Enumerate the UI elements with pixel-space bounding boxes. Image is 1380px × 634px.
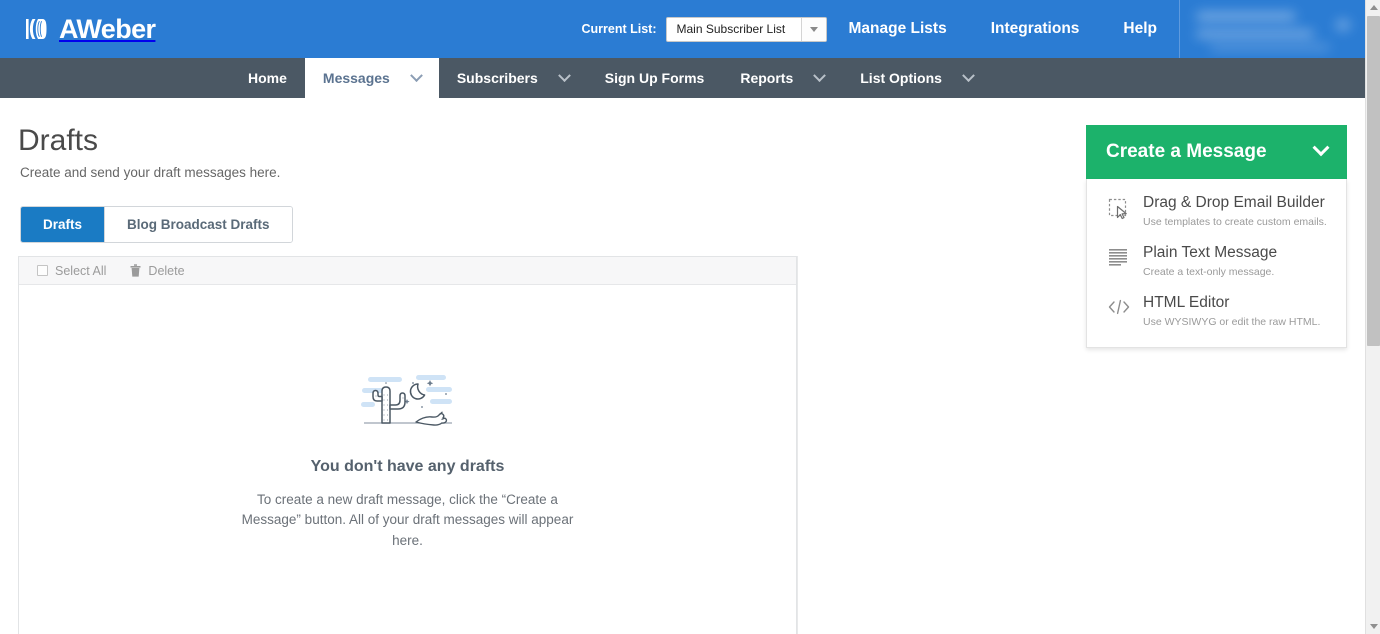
current-list-value: Main Subscriber List xyxy=(676,22,786,36)
nav-label: Messages xyxy=(322,70,390,86)
code-brackets-icon xyxy=(1105,294,1133,316)
menu-item-title: Plain Text Message xyxy=(1143,244,1278,261)
browser-viewport: AWeber Current List: Main Subscriber Lis… xyxy=(0,0,1380,634)
menu-item-html-editor[interactable]: HTML Editor Use WYSIWYG or edit the raw … xyxy=(1087,287,1346,337)
scroll-down-arrow-icon[interactable] xyxy=(1366,619,1380,634)
delete-button[interactable]: Delete xyxy=(130,263,185,278)
create-message-button[interactable]: Create a Message xyxy=(1086,125,1347,179)
main-navigation: Home Messages Subscribers Sign Up Forms … xyxy=(0,58,1365,98)
empty-state-title: You don't have any drafts xyxy=(310,458,505,475)
nav-label: Subscribers xyxy=(456,70,538,86)
select-all-checkbox[interactable] xyxy=(37,265,48,276)
delete-label: Delete xyxy=(148,263,185,278)
chevron-down-icon[interactable] xyxy=(800,17,826,41)
menu-item-texts: Drag & Drop Email Builder Use templates … xyxy=(1133,194,1332,230)
drag-drop-cursor-icon xyxy=(1105,194,1133,220)
nav-item-sign-up-forms[interactable]: Sign Up Forms xyxy=(587,58,723,98)
menu-item-subtitle: Use templates to create custom emails. xyxy=(1143,216,1327,228)
nav-item-list-options[interactable]: List Options xyxy=(842,58,991,98)
menu-item-title: HTML Editor xyxy=(1143,294,1230,311)
tab-blog-broadcast-drafts[interactable]: Blog Broadcast Drafts xyxy=(105,207,292,242)
text-lines-icon xyxy=(1105,244,1133,268)
page-scrollbar[interactable] xyxy=(1365,0,1380,634)
nav-item-subscribers[interactable]: Subscribers xyxy=(439,58,587,98)
desert-cactus-night-illustration xyxy=(360,371,456,436)
create-message-label: Create a Message xyxy=(1106,141,1267,162)
empty-state-description: To create a new draft message, click the… xyxy=(241,492,574,548)
nav-label: List Options xyxy=(860,70,942,86)
drafts-table-toolbar: Select All Delete xyxy=(19,257,796,285)
nav-item-messages[interactable]: Messages xyxy=(304,58,439,98)
nav-label: Home xyxy=(248,70,287,86)
nav-item-reports[interactable]: Reports xyxy=(722,58,842,98)
manage-lists-link[interactable]: Manage Lists xyxy=(827,0,969,58)
chevron-down-icon xyxy=(557,68,571,82)
chevron-down-icon xyxy=(1312,139,1330,157)
menu-item-plain-text-message[interactable]: Plain Text Message Create a text-only me… xyxy=(1087,237,1346,287)
nav-item-home[interactable]: Home xyxy=(230,58,305,98)
chevron-down-icon xyxy=(962,68,975,82)
menu-item-texts: Plain Text Message Create a text-only me… xyxy=(1133,244,1332,280)
nav-label: Reports xyxy=(740,70,794,86)
current-list-label: Current List: xyxy=(581,22,657,36)
menu-item-title: Drag & Drop Email Builder xyxy=(1143,194,1325,211)
aweber-logo-text: AWeber xyxy=(59,13,156,44)
scroll-up-arrow-icon[interactable] xyxy=(1366,0,1380,15)
app-page: AWeber Current List: Main Subscriber Lis… xyxy=(0,0,1365,634)
chevron-down-icon xyxy=(813,68,827,82)
aweber-logo-icon xyxy=(24,14,54,44)
tab-drafts[interactable]: Drafts xyxy=(21,207,106,242)
menu-item-subtitle: Create a text-only message. xyxy=(1143,266,1275,278)
drafts-table-panel: Select All Delete You don't have any dra… xyxy=(18,256,797,634)
top-bar-right: Current List: Main Subscriber List Manag… xyxy=(582,0,1366,58)
chevron-down-icon xyxy=(409,68,423,82)
draft-tabs: Drafts Blog Broadcast Drafts xyxy=(20,206,293,243)
select-all-label: Select All xyxy=(55,263,107,278)
menu-item-texts: HTML Editor Use WYSIWYG or edit the raw … xyxy=(1133,294,1332,330)
integrations-link[interactable]: Integrations xyxy=(969,0,1102,58)
menu-item-subtitle: Use WYSIWYG or edit the raw HTML. xyxy=(1143,316,1321,328)
help-link[interactable]: Help xyxy=(1101,0,1179,58)
create-message-widget: Create a Message Drag & Drop Email Build… xyxy=(1086,125,1347,348)
drafts-empty-state: You don't have any drafts To create a ne… xyxy=(19,285,796,551)
trash-icon xyxy=(130,264,141,277)
aweber-logo[interactable]: AWeber xyxy=(24,0,156,58)
select-all-control[interactable]: Select All xyxy=(37,264,106,278)
top-bar: AWeber Current List: Main Subscriber Lis… xyxy=(0,0,1365,58)
create-message-dropdown: Drag & Drop Email Builder Use templates … xyxy=(1086,179,1347,348)
current-list-select[interactable]: Main Subscriber List xyxy=(665,16,827,42)
menu-item-drag-drop-email-builder[interactable]: Drag & Drop Email Builder Use templates … xyxy=(1087,187,1346,237)
scrollbar-thumb[interactable] xyxy=(1367,16,1380,346)
nav-label: Sign Up Forms xyxy=(604,70,705,86)
account-menu-redacted[interactable] xyxy=(1179,0,1365,58)
